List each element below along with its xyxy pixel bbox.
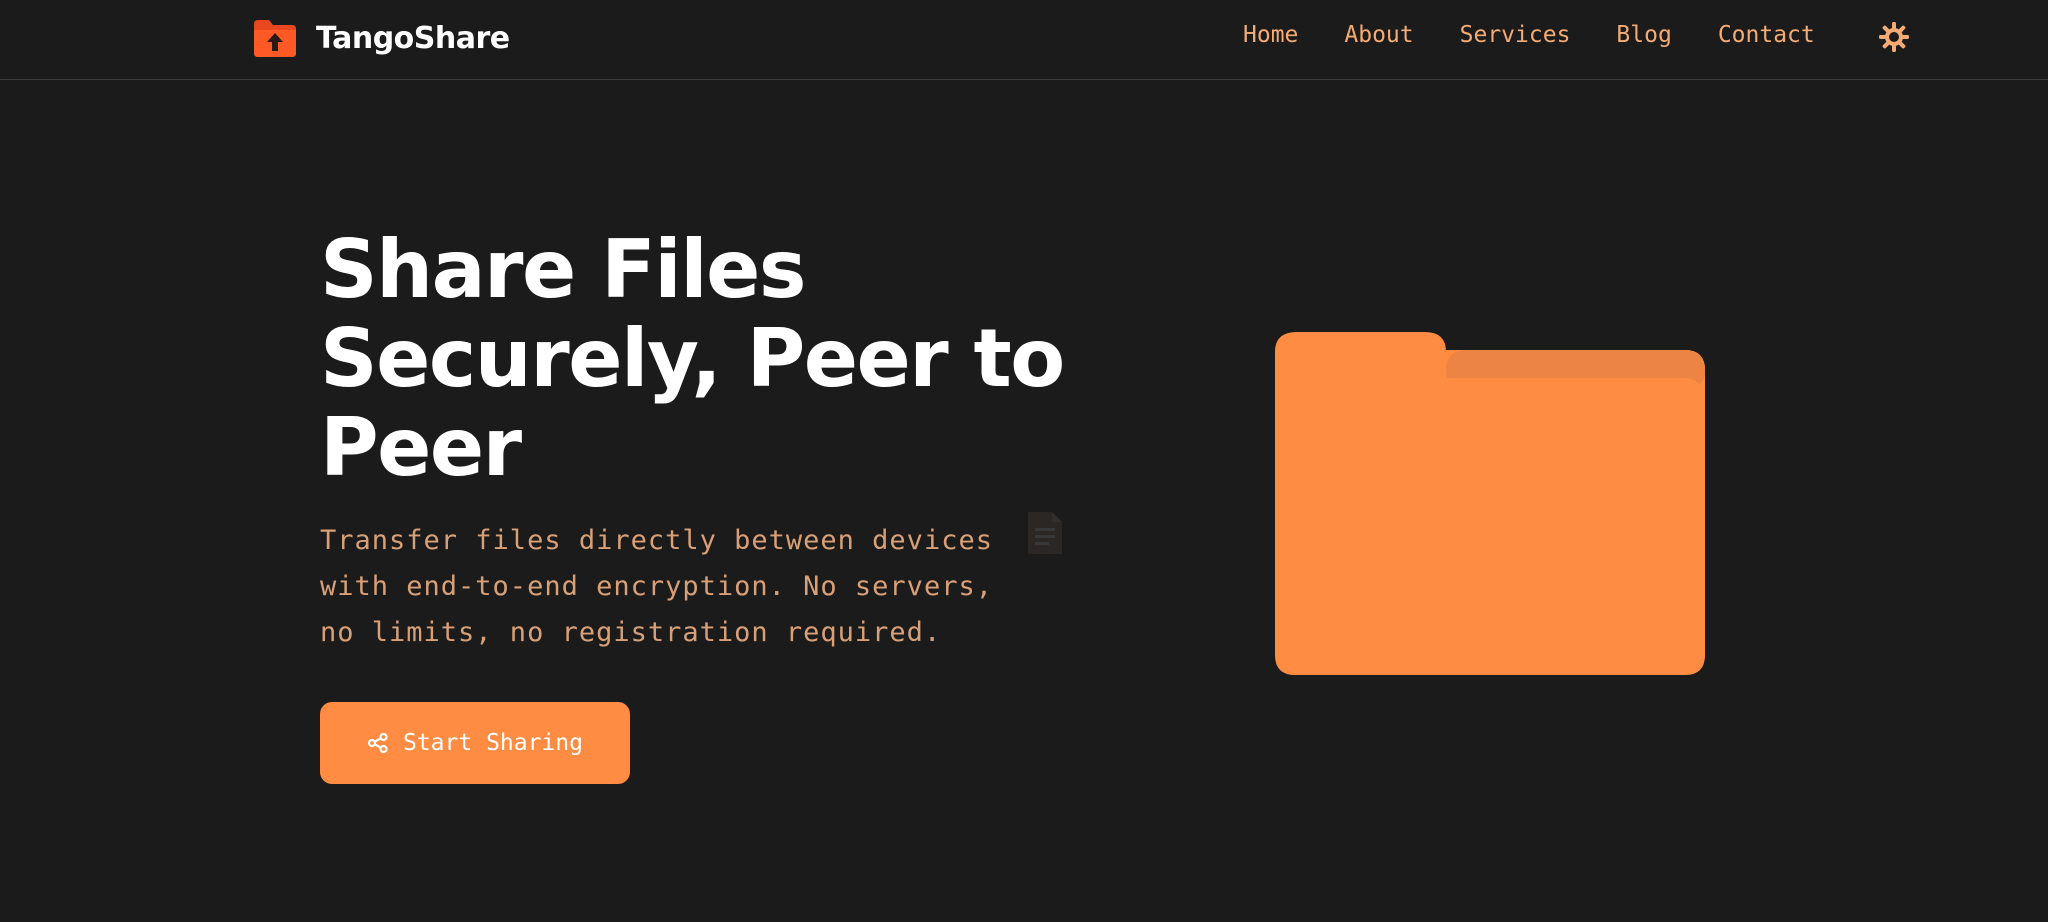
nav-link-about[interactable]: About — [1344, 22, 1413, 48]
hero-subtitle: Transfer files directly between devices … — [320, 525, 993, 648]
nav-link-services[interactable]: Services — [1460, 22, 1571, 48]
nav-link-contact[interactable]: Contact — [1718, 22, 1815, 48]
nav-link-blog[interactable]: Blog — [1616, 22, 1671, 48]
site-header: TangoShare Home About Services Blog Cont… — [0, 0, 2048, 80]
nav-link-home[interactable]: Home — [1243, 22, 1298, 48]
folder-icon — [1275, 330, 1705, 675]
sun-icon — [1879, 22, 1909, 52]
start-sharing-label: Start Sharing — [402, 730, 583, 756]
theme-toggle-button[interactable] — [1877, 20, 1911, 54]
folder-upload-icon — [254, 20, 296, 57]
brand-logo[interactable]: TangoShare — [252, 17, 510, 59]
share-icon — [367, 732, 388, 754]
brand-name: TangoShare — [316, 20, 510, 56]
main-nav: Home About Services Blog Contact — [1243, 22, 1815, 48]
start-sharing-button[interactable]: Start Sharing — [320, 702, 630, 784]
file-icon — [1022, 508, 1082, 576]
hero-title: Share Files Securely, Peer to Peer — [320, 223, 1065, 494]
